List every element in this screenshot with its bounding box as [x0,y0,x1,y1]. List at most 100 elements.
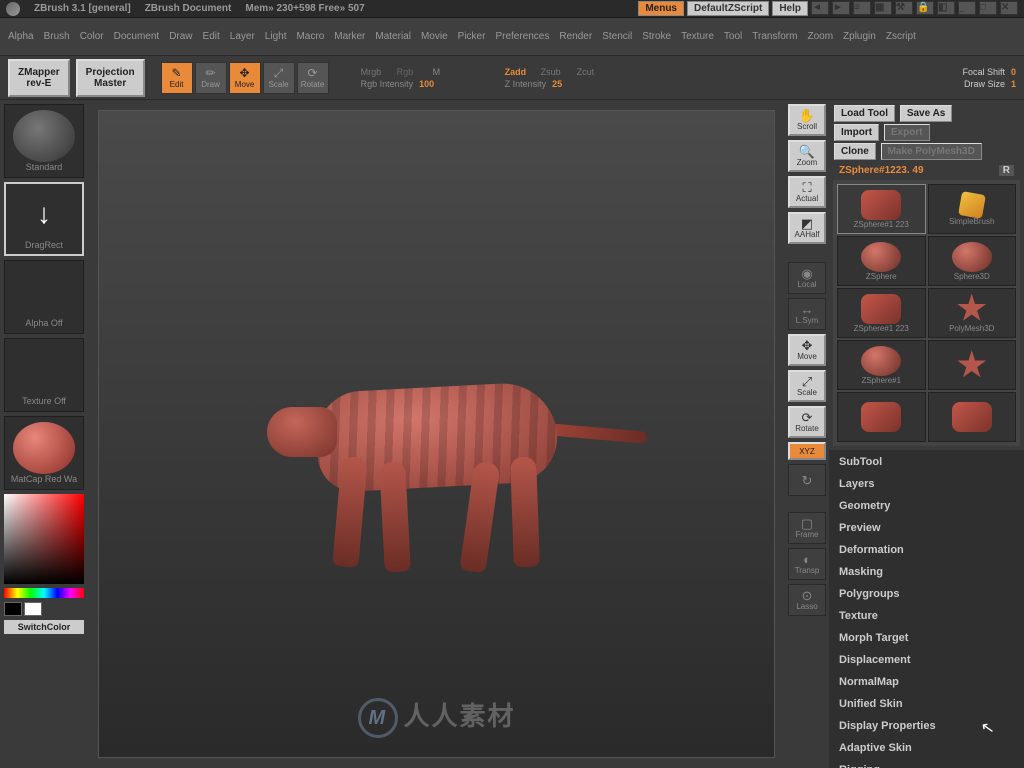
stroke-thumb[interactable]: ↓ DragRect [4,182,84,256]
section-preview[interactable]: Preview [839,522,1014,534]
switch-color-button[interactable]: SwitchColor [4,620,84,634]
menu-zoom[interactable]: Zoom [807,31,833,42]
rotate-mode-button[interactable]: ⟳Rotate [297,62,329,94]
view-scale-button[interactable]: ⤢Scale [788,370,826,402]
view-frame-button[interactable]: ▢Frame [788,512,826,544]
view--button[interactable]: ↻ [788,464,826,496]
menu-movie[interactable]: Movie [421,31,448,42]
z-intensity-value[interactable]: 25 [552,79,562,89]
focal-shift-value[interactable]: 0 [1011,67,1016,77]
zadd-label[interactable]: Zadd [505,67,535,77]
minimize-icon[interactable]: _ [958,1,976,15]
hue-strip[interactable] [4,588,84,598]
tool-slot-ZSphere#1 223[interactable]: ZSphere#1 223 [837,184,926,234]
close-icon[interactable]: ✕ [1000,1,1018,15]
menu-draw[interactable]: Draw [169,31,192,42]
menu-icon[interactable]: ≡ [853,1,871,15]
texture-thumb[interactable]: Texture Off [4,338,84,412]
draw-size-value[interactable]: 1 [1011,79,1016,89]
menu-document[interactable]: Document [114,31,160,42]
section-layers[interactable]: Layers [839,478,1014,490]
clone-button[interactable]: Clone [834,143,876,160]
section-normalmap[interactable]: NormalMap [839,676,1014,688]
menu-stroke[interactable]: Stroke [642,31,671,42]
menu-render[interactable]: Render [559,31,592,42]
zmapper-button[interactable]: ZMapper rev-E [8,59,70,97]
menu-alpha[interactable]: Alpha [8,31,34,42]
r-button[interactable]: R [999,165,1014,176]
tool-slot-anim[interactable] [837,392,926,442]
rgb-label[interactable]: Rgb [397,67,427,77]
view-aahalf-button[interactable]: ◩AAHalf [788,212,826,244]
m-label[interactable]: M [433,67,463,77]
section-adaptive-skin[interactable]: Adaptive Skin [839,742,1014,754]
rgb-intensity-value[interactable]: 100 [419,79,434,89]
lock-icon[interactable]: 🔒 [916,1,934,15]
edit-mode-button[interactable]: ✎Edit [161,62,193,94]
maximize-icon[interactable]: □ [979,1,997,15]
section-unified-skin[interactable]: Unified Skin [839,698,1014,710]
menu-marker[interactable]: Marker [334,31,365,42]
draw-mode-button[interactable]: ✏Draw [195,62,227,94]
load-tool-button[interactable]: Load Tool [834,105,895,122]
menu-edit[interactable]: Edit [203,31,220,42]
section-subtool[interactable]: SubTool [839,456,1014,468]
tool-slot-ZSphere[interactable]: ZSphere [837,236,926,286]
projection-master-button[interactable]: Projection Master [76,59,145,97]
menu-macro[interactable]: Macro [296,31,324,42]
tool-slot-ZSphere#1[interactable]: ZSphere#1 [837,340,926,390]
color-swatch-white[interactable] [24,602,42,616]
tool-slot-anim[interactable] [928,392,1017,442]
menu-transform[interactable]: Transform [752,31,797,42]
menu-tool[interactable]: Tool [724,31,742,42]
tool-slot-Sphere3D[interactable]: Sphere3D [928,236,1017,286]
color-picker[interactable] [4,494,84,584]
move-mode-button[interactable]: ✥Move [229,62,261,94]
view-lsym-button[interactable]: ↔L.Sym [788,298,826,330]
view-actual-button[interactable]: ⛶Actual [788,176,826,208]
zcut-label[interactable]: Zcut [577,67,607,77]
section-displacement[interactable]: Displacement [839,654,1014,666]
material-thumb[interactable]: MatCap Red Wa [4,416,84,490]
menus-button[interactable]: Menus [638,1,684,16]
section-rigging[interactable]: Rigging [839,764,1014,768]
tool-slot-ZSphere#1 223[interactable]: ZSphere#1 223 [837,288,926,338]
alpha-thumb[interactable]: Alpha Off [4,260,84,334]
menu-preferences[interactable]: Preferences [495,31,549,42]
grid-icon[interactable]: ▦ [874,1,892,15]
section-morph-target[interactable]: Morph Target [839,632,1014,644]
section-deformation[interactable]: Deformation [839,544,1014,556]
menu-zscript[interactable]: Zscript [886,31,916,42]
tool-slot-SimpleBrush[interactable]: SimpleBrush [928,184,1017,234]
menu-color[interactable]: Color [80,31,104,42]
view-rotate-button[interactable]: ⟳Rotate [788,406,826,438]
mrgb-label[interactable]: Mrgb [361,67,391,77]
view-lasso-button[interactable]: ⊙Lasso [788,584,826,616]
view-zoom-button[interactable]: 🔍Zoom [788,140,826,172]
menu-texture[interactable]: Texture [681,31,714,42]
save-as-button[interactable]: Save As [900,105,953,122]
help-button[interactable]: Help [772,1,808,16]
menu-stencil[interactable]: Stencil [602,31,632,42]
section-geometry[interactable]: Geometry [839,500,1014,512]
tool-icon[interactable]: ⚒ [895,1,913,15]
window-icon[interactable]: ◧ [937,1,955,15]
import-button[interactable]: Import [834,124,879,141]
view-move-button[interactable]: ✥Move [788,334,826,366]
color-swatch-black[interactable] [4,602,22,616]
tool-slot-star[interactable] [928,340,1017,390]
view-xyz-button[interactable]: XYZ [788,442,826,460]
view-local-button[interactable]: ◉Local [788,262,826,294]
menu-material[interactable]: Material [375,31,411,42]
view-transp-button[interactable]: ◐Transp [788,548,826,580]
next-icon[interactable]: ► [832,1,850,15]
prev-icon[interactable]: ◄ [811,1,829,15]
make-polymesh-button[interactable]: Make PolyMesh3D [881,143,982,160]
section-texture[interactable]: Texture [839,610,1014,622]
section-masking[interactable]: Masking [839,566,1014,578]
view-scroll-button[interactable]: ✋Scroll [788,104,826,136]
scale-mode-button[interactable]: ⤢Scale [263,62,295,94]
menu-picker[interactable]: Picker [458,31,486,42]
menu-zplugin[interactable]: Zplugin [843,31,876,42]
tool-slot-PolyMesh3D[interactable]: PolyMesh3D [928,288,1017,338]
